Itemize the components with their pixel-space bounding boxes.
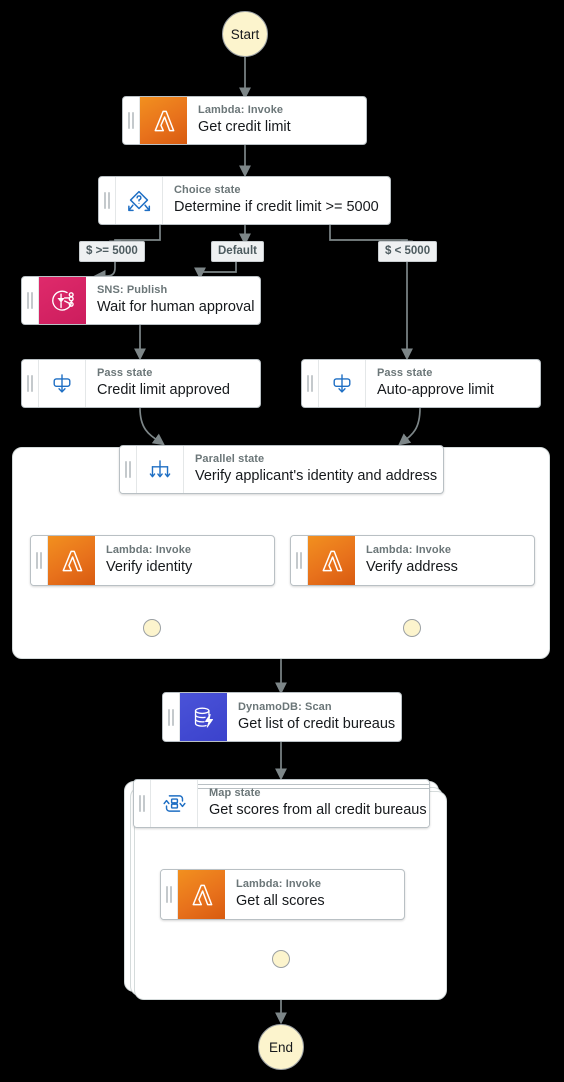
state-name: Verify applicant's identity and address bbox=[195, 468, 438, 484]
choice-state-icon bbox=[116, 177, 163, 224]
parallel-state-icon bbox=[137, 446, 184, 493]
edge-credit-limit-approved-to-parallel bbox=[139, 407, 165, 446]
drag-handle[interactable] bbox=[22, 277, 39, 324]
verify-identity-branch-end[interactable] bbox=[143, 619, 161, 637]
state-name: Get list of credit bureaus bbox=[238, 715, 396, 732]
lambda-icon bbox=[178, 870, 225, 919]
edge-gte-to-sns bbox=[93, 262, 116, 282]
service-label: Pass state bbox=[97, 367, 153, 379]
edge-label-credit-gte: $ >= 5000 bbox=[79, 241, 145, 262]
service-label: Choice state bbox=[174, 184, 241, 196]
state-name: Determine if credit limit >= 5000 bbox=[174, 199, 379, 215]
state-name: Get all scores bbox=[236, 893, 325, 909]
pass-state-icon bbox=[39, 360, 86, 407]
state-name: Get credit limit bbox=[198, 119, 291, 135]
drag-handle[interactable] bbox=[123, 97, 140, 144]
end-node[interactable]: End bbox=[258, 1024, 304, 1070]
service-label: Lambda: Invoke bbox=[106, 544, 192, 556]
service-label: Lambda: Invoke bbox=[198, 104, 284, 116]
state-name: Auto-approve limit bbox=[377, 382, 494, 398]
state-name: Get scores from all credit bureaus bbox=[209, 802, 427, 818]
edge-auto-approve-to-parallel bbox=[398, 407, 421, 446]
sns-icon bbox=[39, 277, 86, 324]
service-label: Lambda: Invoke bbox=[366, 544, 452, 556]
drag-handle[interactable] bbox=[31, 536, 48, 585]
state-node-auto-approve-limit[interactable]: Pass state Auto-approve limit bbox=[301, 359, 541, 408]
edge-label-credit-lt: $ < 5000 bbox=[378, 241, 438, 262]
state-node-wait-for-human-approval[interactable]: SNS: Publish Wait for human approval bbox=[21, 276, 261, 325]
start-label: Start bbox=[230, 26, 260, 42]
drag-handle[interactable] bbox=[302, 360, 319, 407]
state-node-get-all-scores[interactable]: Lambda: Invoke Get all scores bbox=[160, 869, 405, 920]
state-name: Verify address bbox=[366, 559, 458, 575]
start-node[interactable]: Start bbox=[222, 11, 268, 57]
edge-label-default: Default bbox=[211, 241, 264, 262]
state-node-credit-limit-approved[interactable]: Pass state Credit limit approved bbox=[21, 359, 261, 408]
service-label: DynamoDB: Scan bbox=[238, 700, 332, 713]
dynamodb-icon bbox=[180, 693, 227, 741]
state-node-get-credit-limit[interactable]: Lambda: Invoke Get credit limit bbox=[122, 96, 367, 145]
drag-handle[interactable] bbox=[291, 536, 308, 585]
workflow-canvas[interactable]: Start End $ >= 5000 Default $ < 5000 Lam… bbox=[0, 0, 564, 1082]
state-name: Wait for human approval bbox=[97, 299, 255, 315]
state-name: Verify identity bbox=[106, 559, 193, 575]
service-label: Parallel state bbox=[195, 453, 265, 465]
drag-handle[interactable] bbox=[161, 870, 178, 919]
map-state-icon bbox=[151, 780, 198, 827]
verify-address-branch-end[interactable] bbox=[403, 619, 421, 637]
state-name: Credit limit approved bbox=[97, 382, 230, 398]
pass-state-icon bbox=[319, 360, 366, 407]
end-label: End bbox=[268, 1039, 294, 1055]
lambda-icon bbox=[48, 536, 95, 585]
lambda-icon bbox=[140, 97, 187, 144]
drag-handle[interactable] bbox=[22, 360, 39, 407]
drag-handle[interactable] bbox=[120, 446, 137, 493]
edge-default-to-sns bbox=[194, 262, 237, 280]
state-node-verify-address[interactable]: Lambda: Invoke Verify address bbox=[290, 535, 535, 586]
state-node-get-list-of-credit-bureaus[interactable]: DynamoDB: Scan Get list of credit bureau… bbox=[162, 692, 402, 742]
service-label: SNS: Publish bbox=[97, 284, 168, 296]
state-node-verify-identity[interactable]: Lambda: Invoke Verify identity bbox=[30, 535, 275, 586]
state-node-verify-identity-and-address[interactable]: Parallel state Verify applicant's identi… bbox=[119, 445, 444, 494]
drag-handle[interactable] bbox=[134, 780, 151, 827]
service-label: Pass state bbox=[377, 367, 433, 379]
service-label: Map state bbox=[209, 787, 261, 799]
drag-handle[interactable] bbox=[163, 693, 180, 741]
state-node-determine-credit-limit[interactable]: Choice state Determine if credit limit >… bbox=[98, 176, 391, 225]
map-branch-end[interactable] bbox=[272, 950, 290, 968]
service-label: Lambda: Invoke bbox=[236, 878, 322, 890]
state-node-get-scores-all-bureaus[interactable]: Map state Get scores from all credit bur… bbox=[133, 779, 430, 828]
lambda-icon bbox=[308, 536, 355, 585]
drag-handle[interactable] bbox=[99, 177, 116, 224]
